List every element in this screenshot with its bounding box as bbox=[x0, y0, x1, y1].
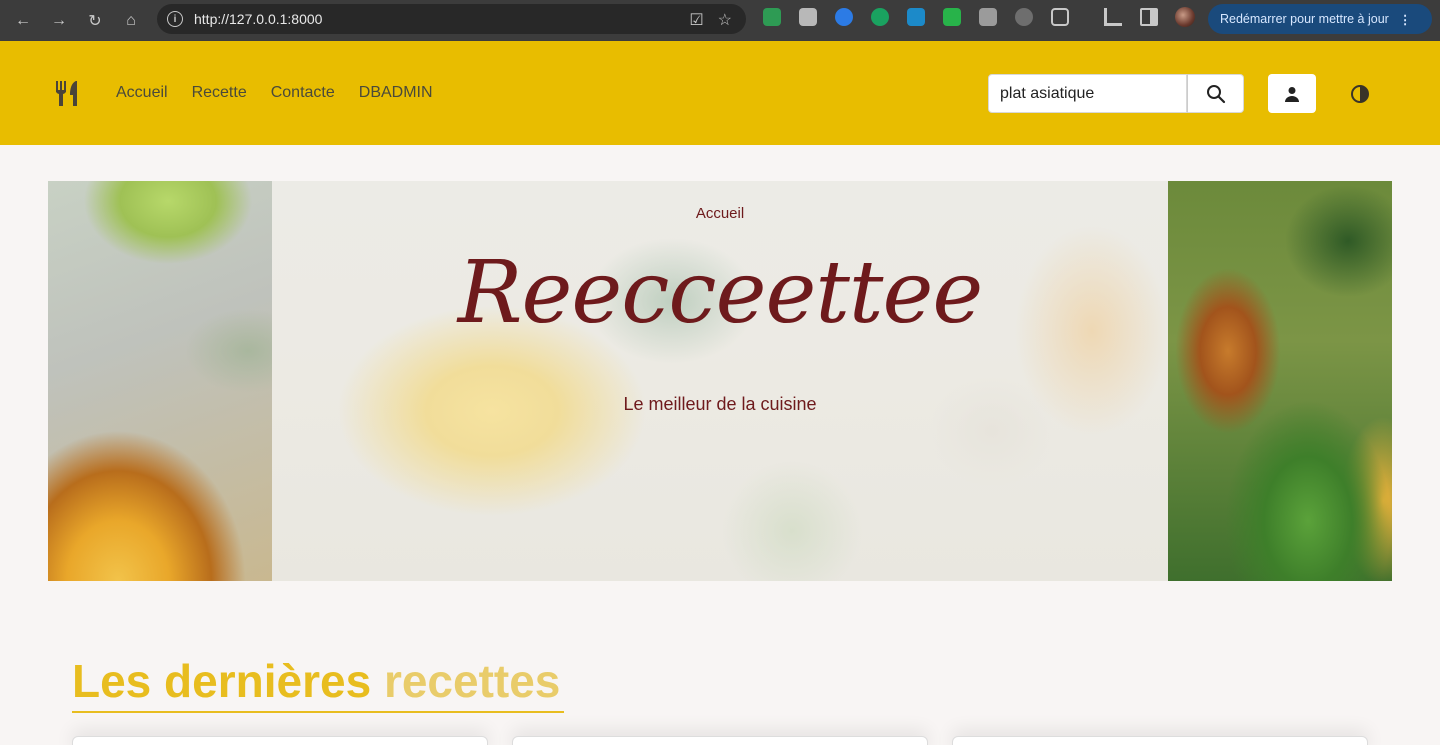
back-icon[interactable]: ← bbox=[10, 8, 36, 34]
browser-toolbar: ← → ↻ ⌂ i http://127.0.0.1:8000 ☑ ☆ Redé… bbox=[0, 0, 1440, 41]
main-nav: Accueil Recette Contacte DBADMIN bbox=[116, 84, 433, 102]
side-panel-icon[interactable] bbox=[1140, 8, 1158, 26]
home-icon[interactable]: ⌂ bbox=[118, 8, 144, 34]
profile-avatar[interactable] bbox=[1175, 7, 1195, 27]
extension-on-icon[interactable] bbox=[943, 8, 961, 26]
restart-update-button[interactable]: Redémarrer pour mettre à jour ⋮ bbox=[1208, 4, 1432, 34]
search-form bbox=[988, 74, 1244, 113]
hero-breadcrumb[interactable]: Accueil bbox=[272, 205, 1168, 222]
hero-food-image-left bbox=[48, 181, 272, 581]
site-info-icon[interactable]: i bbox=[167, 11, 183, 27]
section-title: Les dernières recettes bbox=[72, 654, 560, 708]
nav-link-accueil[interactable]: Accueil bbox=[116, 84, 168, 102]
extension-badge-icon[interactable] bbox=[907, 8, 925, 26]
recipe-card[interactable] bbox=[952, 736, 1368, 745]
section-title-part2: recettes bbox=[383, 655, 561, 707]
search-icon bbox=[1206, 84, 1225, 103]
address-url[interactable]: http://127.0.0.1:8000 bbox=[194, 11, 322, 27]
fork-knife-icon[interactable] bbox=[54, 79, 82, 107]
forward-icon[interactable]: → bbox=[46, 8, 72, 34]
user-account-button[interactable] bbox=[1268, 74, 1316, 113]
extension-compass-icon[interactable] bbox=[835, 8, 853, 26]
translate-icon[interactable]: ☑ bbox=[689, 10, 703, 30]
more-menu-icon[interactable]: ⋮ bbox=[1399, 12, 1412, 27]
nav-link-contacte[interactable]: Contacte bbox=[271, 84, 335, 102]
restart-label: Redémarrer pour mettre à jour bbox=[1220, 12, 1389, 26]
reading-list-icon[interactable] bbox=[1104, 8, 1122, 26]
hero-subtitle: Le meilleur de la cuisine bbox=[623, 394, 817, 414]
recipe-card[interactable] bbox=[512, 736, 928, 745]
hero-food-image-right bbox=[1168, 181, 1392, 581]
nav-link-recette[interactable]: Recette bbox=[192, 84, 247, 102]
nav-link-dbadmin[interactable]: DBADMIN bbox=[359, 84, 433, 102]
site-navbar: Accueil Recette Contacte DBADMIN bbox=[0, 41, 1440, 145]
extensions-puzzle-icon[interactable] bbox=[1051, 8, 1069, 26]
extension-gear-icon[interactable] bbox=[1015, 8, 1033, 26]
section-underline bbox=[72, 711, 564, 713]
bookmark-star-icon[interactable]: ☆ bbox=[718, 10, 732, 30]
reload-icon[interactable]: ↻ bbox=[82, 8, 108, 34]
extension-pattern-icon[interactable] bbox=[979, 8, 997, 26]
section-title-part1: Les dernières bbox=[72, 655, 384, 707]
theme-toggle-icon[interactable] bbox=[1350, 84, 1370, 104]
recipe-card[interactable] bbox=[72, 736, 488, 745]
hero-content: Accueil Reecceettee Le meilleur de la cu… bbox=[272, 181, 1168, 581]
search-button[interactable] bbox=[1187, 74, 1244, 113]
user-icon bbox=[1285, 86, 1299, 102]
extension-k-icon[interactable] bbox=[799, 8, 817, 26]
search-input[interactable] bbox=[988, 74, 1187, 113]
hero-banner: Accueil Reecceettee Le meilleur de la cu… bbox=[48, 181, 1392, 581]
extension-mail-icon[interactable] bbox=[763, 8, 781, 26]
hero-title: Reecceettee bbox=[457, 243, 984, 343]
address-bar[interactable]: i http://127.0.0.1:8000 ☑ ☆ bbox=[157, 4, 746, 34]
extension-grammarly-icon[interactable] bbox=[871, 8, 889, 26]
